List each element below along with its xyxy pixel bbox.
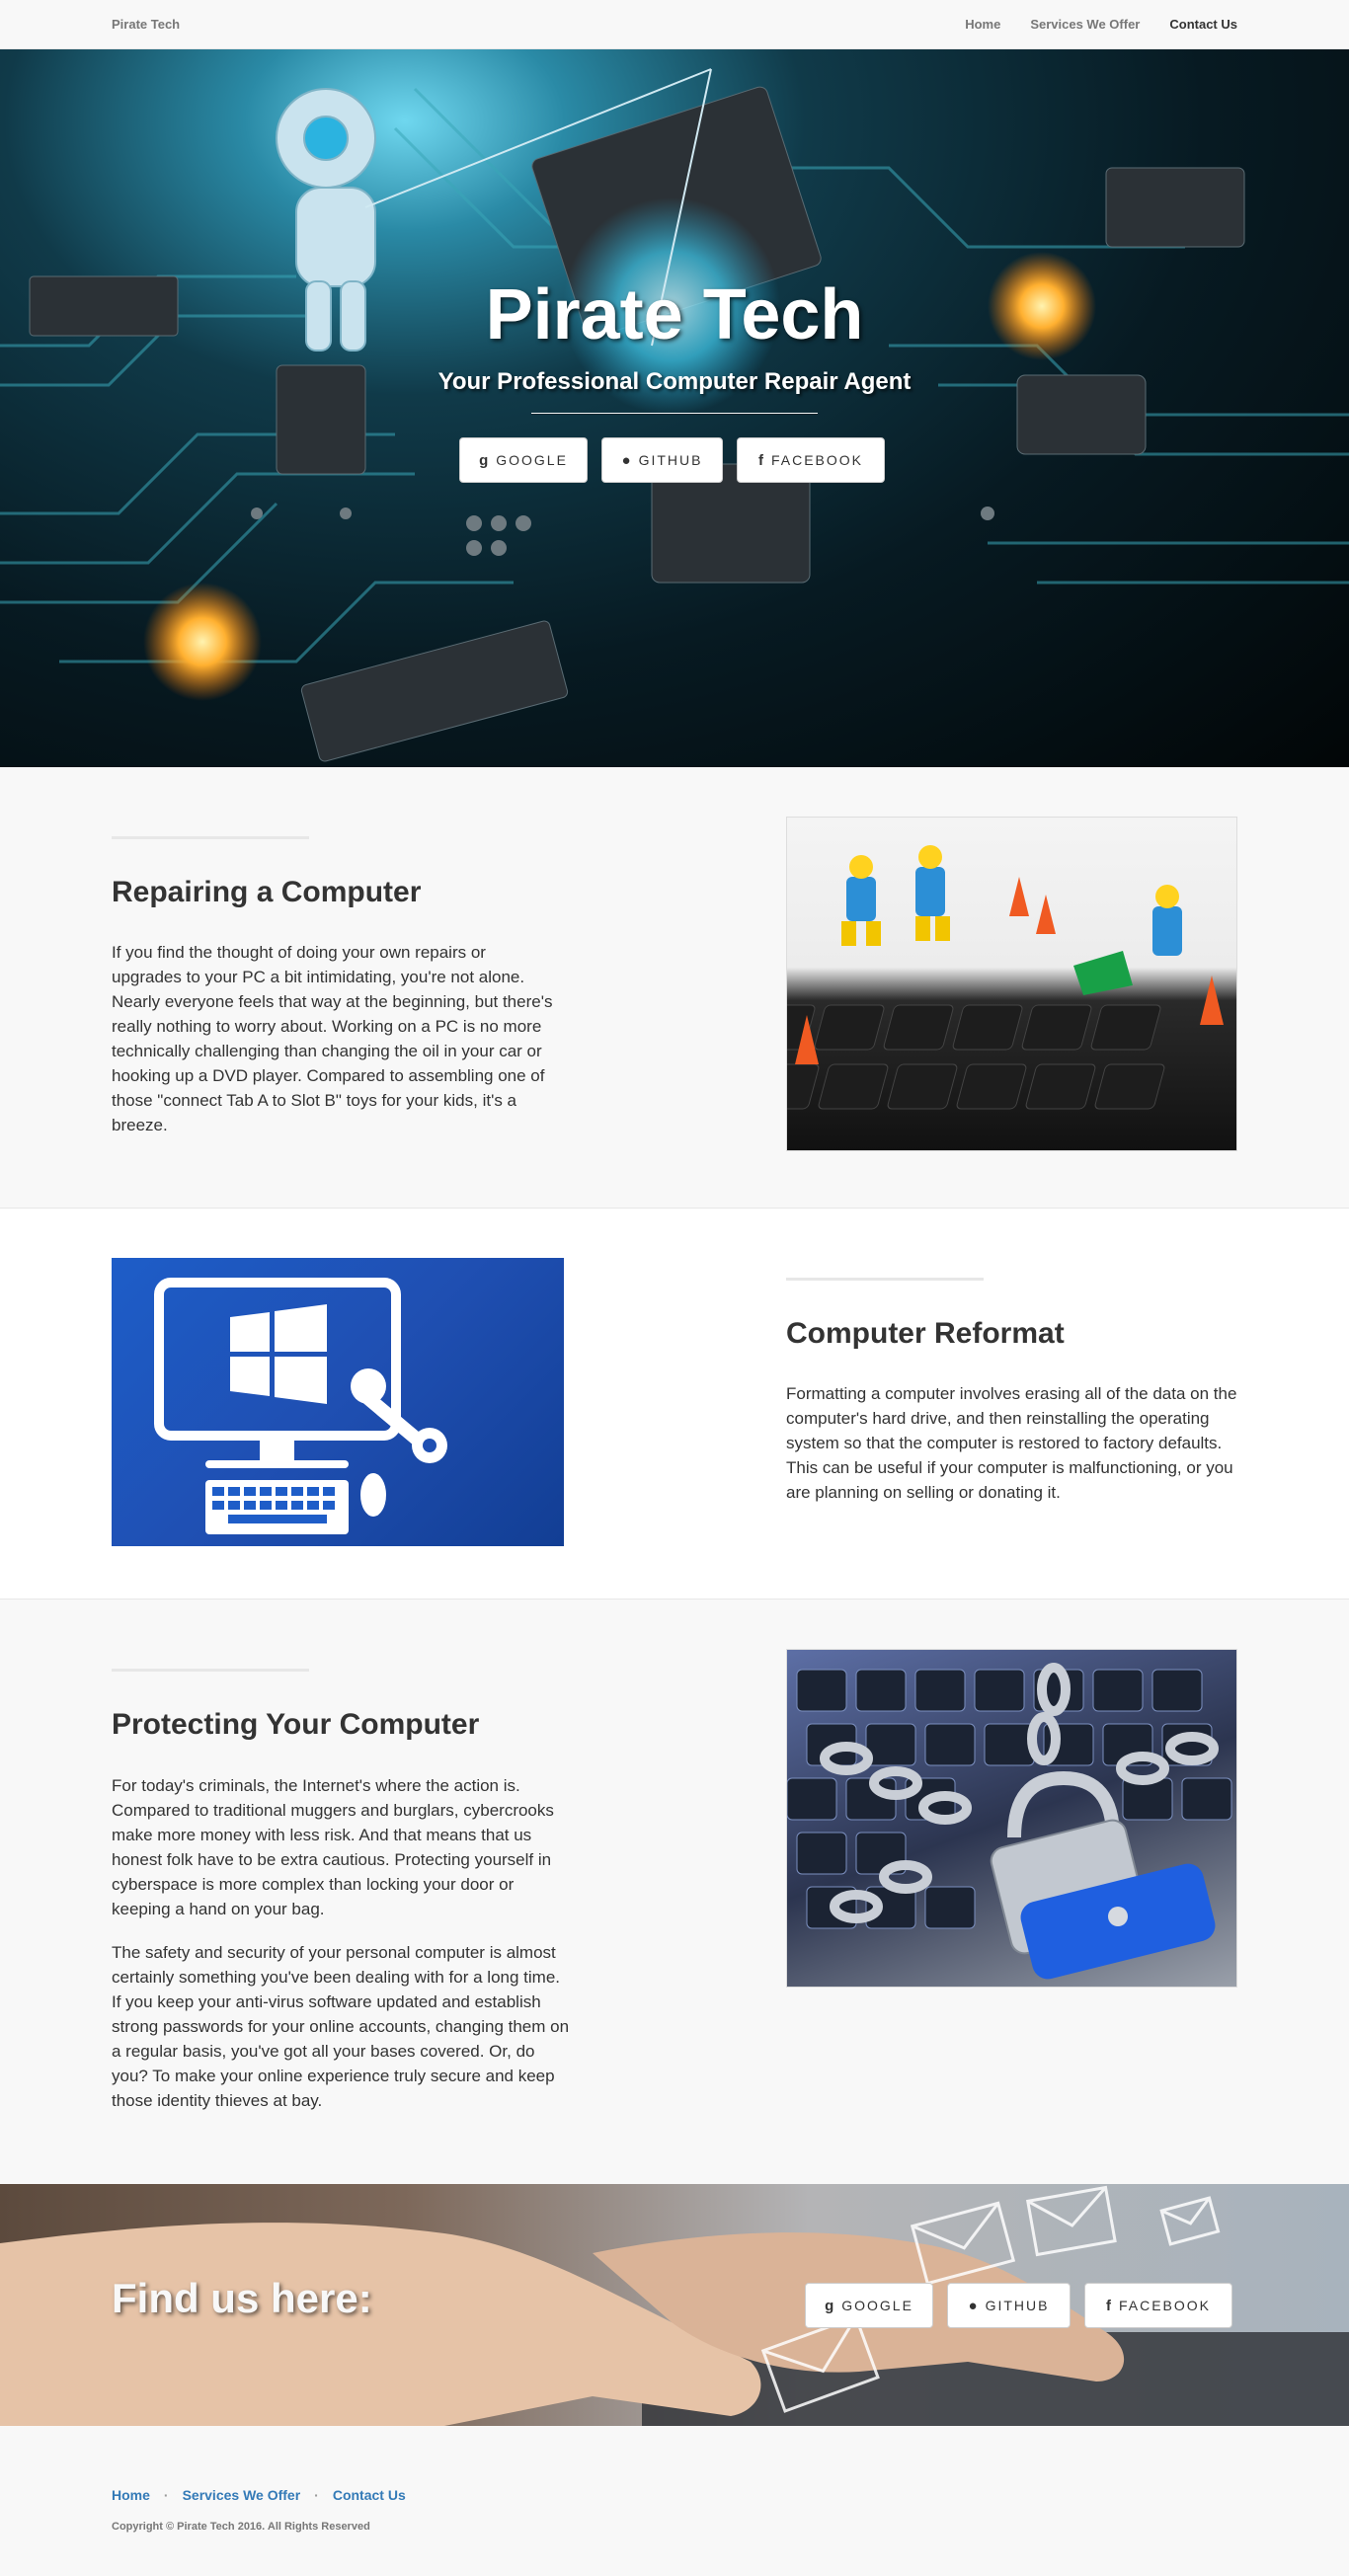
section-divider [786, 1278, 984, 1281]
nav-contact-link[interactable]: Contact Us [1169, 17, 1237, 32]
github-icon: ● [621, 451, 631, 469]
banner-google-button[interactable]: g GOOGLE [805, 2283, 933, 2328]
footer-links: Home · Services We Offer · Contact Us [112, 2487, 406, 2503]
banner-title: Find us here: [112, 2275, 372, 2321]
padlock-keyboard-image [786, 1649, 1237, 1988]
workers-keyboard-image [786, 817, 1237, 1151]
copyright-text: Copyright © Pirate Tech 2016. All Rights… [112, 2521, 370, 2533]
circuit-board-image [0, 68, 1349, 762]
section-repairing: Repairing a Computer If you find the tho… [0, 767, 1349, 1209]
hero-github-label: GITHUB [638, 452, 703, 468]
google-icon: g [479, 451, 489, 469]
hero-subtitle: Your Professional Computer Repair Agent [437, 368, 912, 395]
section-heading: Protecting Your Computer [112, 1708, 480, 1741]
hero-social-buttons: g GOOGLE ● GITHUB f FACEBOOK [459, 437, 885, 483]
hero-title: Pirate Tech [485, 275, 864, 354]
hero-google-label: GOOGLE [496, 452, 568, 468]
footer: Home · Services We Offer · Contact Us Co… [0, 2426, 1349, 2576]
nav-home-link[interactable]: Home [965, 17, 1000, 32]
windows-computer-image [112, 1258, 564, 1546]
hero-facebook-label: FACEBOOK [770, 452, 864, 468]
facebook-icon: f [757, 451, 763, 469]
github-icon: ● [968, 2297, 978, 2314]
banner-facebook-label: FACEBOOK [1118, 2298, 1212, 2313]
footer-contact-link[interactable]: Contact Us [333, 2487, 406, 2503]
banner-github-button[interactable]: ● GITHUB [947, 2283, 1071, 2328]
hero-github-button[interactable]: ● GITHUB [601, 437, 723, 483]
banner-social-buttons: g GOOGLE ● GITHUB f FACEBOOK [805, 2283, 1232, 2328]
brand-link[interactable]: Pirate Tech [112, 17, 180, 32]
section-paragraph: For today's criminals, the Internet's wh… [112, 1776, 554, 1918]
banner-github-label: GITHUB [985, 2298, 1050, 2313]
section-paragraph: Formatting a computer involves erasing a… [786, 1384, 1237, 1502]
section-paragraph: The safety and security of your personal… [112, 1943, 570, 2110]
footer-separator: · [314, 2487, 319, 2503]
contact-banner: Find us here: g GOOGLE ● GITHUB f FACEBO… [0, 2184, 1349, 2426]
hero-section: Pirate Tech Your Professional Computer R… [0, 49, 1349, 767]
hero-facebook-button[interactable]: f FACEBOOK [737, 437, 885, 483]
section-reformat: Computer Reformat Formatting a computer … [0, 1209, 1349, 1600]
section-paragraph: If you find the thought of doing your ow… [112, 943, 553, 1134]
facebook-icon: f [1105, 2297, 1111, 2314]
section-protecting: Protecting Your Computer For today's cri… [0, 1600, 1349, 2184]
banner-google-label: GOOGLE [841, 2298, 913, 2313]
navbar: Pirate Tech Home Services We Offer Conta… [0, 0, 1349, 49]
hero-divider [531, 413, 818, 415]
footer-home-link[interactable]: Home [112, 2487, 150, 2503]
nav-links: Home Services We Offer Contact Us [935, 17, 1237, 32]
nav-services-link[interactable]: Services We Offer [1030, 17, 1140, 32]
footer-services-link[interactable]: Services We Offer [183, 2487, 301, 2503]
section-divider [112, 1669, 309, 1672]
section-heading: Computer Reformat [786, 1317, 1065, 1350]
section-heading: Repairing a Computer [112, 876, 422, 908]
section-divider [112, 836, 309, 839]
banner-facebook-button[interactable]: f FACEBOOK [1084, 2283, 1232, 2328]
footer-separator: · [163, 2487, 169, 2503]
hero-google-button[interactable]: g GOOGLE [459, 437, 588, 483]
google-icon: g [825, 2297, 834, 2314]
